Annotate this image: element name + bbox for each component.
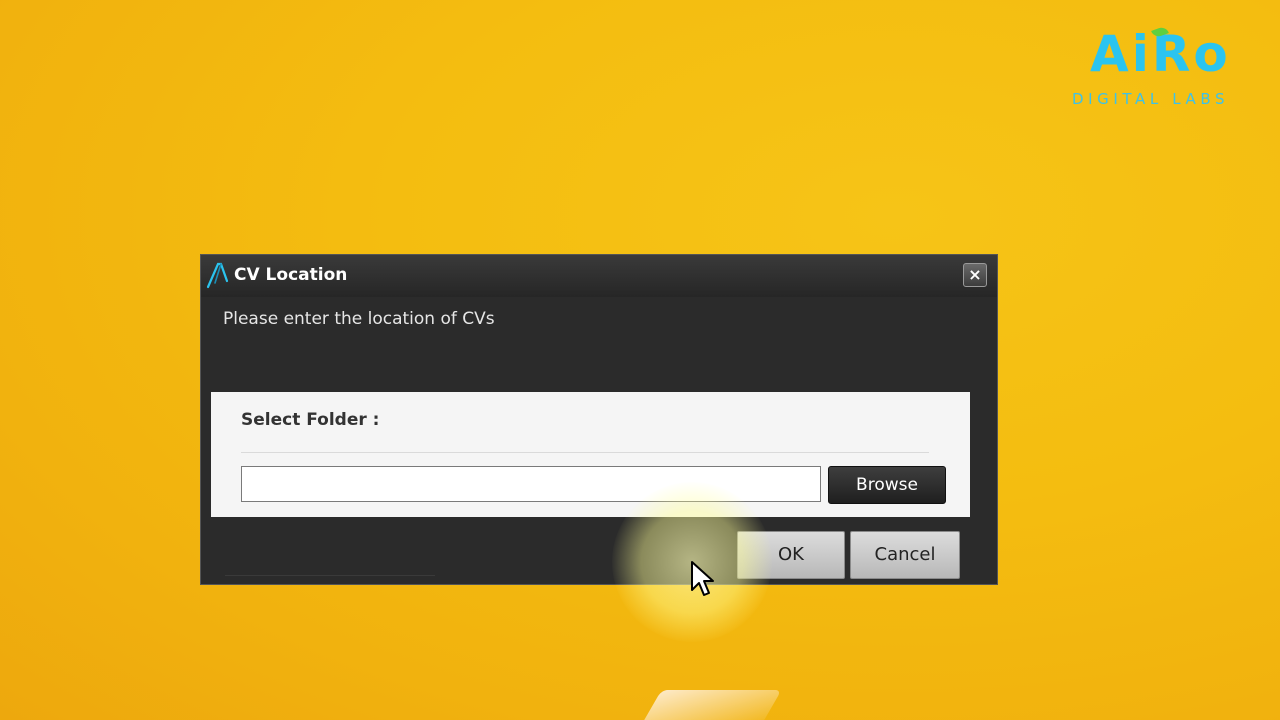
logo-subtitle: DIGITAL LABS bbox=[1072, 90, 1230, 108]
folder-path-input[interactable] bbox=[241, 466, 821, 502]
app-logo-icon bbox=[206, 262, 229, 289]
brand-logo: AiRo DIGITAL LABS bbox=[1066, 25, 1266, 116]
close-icon: × bbox=[968, 265, 982, 284]
cancel-button[interactable]: Cancel bbox=[850, 531, 960, 579]
folder-select-panel: Select Folder : Browse bbox=[211, 392, 970, 517]
ok-button[interactable]: OK bbox=[737, 531, 845, 579]
dialog-titlebar[interactable]: CV Location × bbox=[201, 255, 997, 297]
desktop-light-streak bbox=[638, 690, 782, 720]
cv-location-dialog: CV Location × Please enter the location … bbox=[200, 254, 998, 585]
browse-button[interactable]: Browse bbox=[828, 466, 946, 504]
footer-divider bbox=[225, 575, 435, 576]
desktop-background: AiRo DIGITAL LABS CV Location × Please e… bbox=[0, 0, 1280, 720]
select-folder-label: Select Folder : bbox=[241, 410, 380, 430]
dialog-prompt: Please enter the location of CVs bbox=[223, 309, 495, 329]
close-button[interactable]: × bbox=[963, 263, 987, 287]
panel-divider bbox=[241, 452, 929, 453]
dialog-title: CV Location bbox=[234, 265, 348, 285]
